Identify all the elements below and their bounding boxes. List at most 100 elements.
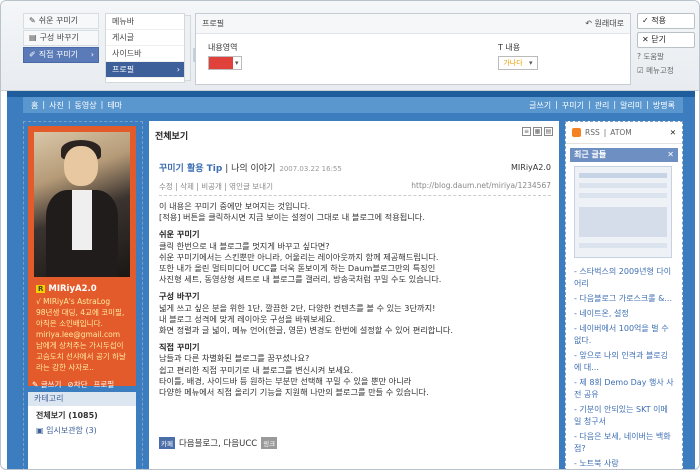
write-link[interactable]: ✎ 글쓰기 — [32, 379, 61, 390]
fix-menu-checkbox[interactable]: ☑ 메뉴고정 — [637, 65, 695, 76]
cafe-badge: 카페 — [159, 437, 175, 449]
recent-posts-header: 최근 글들 ✕ — [570, 148, 678, 162]
link-badge[interactable]: 링크 — [261, 437, 278, 449]
close-icon: ✕ — [642, 35, 649, 44]
close-icon[interactable]: ✕ — [667, 148, 674, 162]
apply-button[interactable]: ✓ 적용 — [637, 13, 695, 29]
page-title: 전체보기 — [155, 132, 189, 142]
close-icon[interactable]: ✕ — [670, 128, 676, 137]
help-icon: ? — [637, 52, 641, 61]
text-label: T 내용 — [498, 43, 521, 52]
list-scrollbar[interactable] — [184, 15, 198, 81]
nav-guestbook[interactable]: 방명록 — [653, 100, 675, 111]
list-item-menubar[interactable]: 메뉴바 — [106, 14, 184, 30]
recent-post-link[interactable]: - 다음블로그 가로스크롤 &... — [574, 293, 674, 305]
list-item-posts[interactable]: 게시글 — [106, 30, 184, 46]
help-link[interactable]: ? 도움말 — [637, 51, 695, 62]
nav-theme[interactable]: 테마 — [107, 100, 122, 111]
profile-name: R MIRiyA2.0 — [36, 284, 97, 294]
nav-photo[interactable]: 사진 — [49, 100, 64, 111]
recent-post-link[interactable]: - 앞으로 나의 인격과 블로깅에 대... — [574, 350, 674, 374]
recent-thumbnail[interactable] — [574, 166, 672, 258]
nav-notifier[interactable]: 알리미 — [620, 100, 642, 111]
post-author[interactable]: MIRiyA2.0 — [511, 163, 551, 172]
profile-link[interactable]: 프로필 — [94, 379, 115, 390]
post-body-line: 내 블로그 성격에 맞게 레이아웃 구성을 바꿔보세요. — [159, 313, 336, 324]
nav-manage[interactable]: 관리 — [595, 100, 610, 111]
list-item-profile[interactable]: 프로필 › — [106, 62, 184, 78]
edit-icon: ✎ — [29, 16, 36, 25]
category-box: 카테고리 전체보기 (1085) ▣ 임시보관함 (3) — [28, 392, 136, 469]
element-list: 메뉴바 게시글 사이드바 프로필 › — [105, 13, 185, 83]
post-url[interactable]: http://blog.daum.net/miriya/1234567 — [411, 181, 551, 192]
left-sidebar: R MIRiyA2.0 √ MIRiyA's AstraLog 98년생 대딩,… — [23, 121, 143, 469]
list-item-sidebar[interactable]: 사이드바 — [106, 46, 184, 62]
profile-line: 98년생 대딩, 4교에 코미필, — [36, 308, 125, 317]
dropdown-arrow-icon: ▾ — [529, 59, 533, 67]
block-link[interactable]: ⊘차단 — [67, 379, 87, 390]
tab-easy-customize[interactable]: ✎ 쉬운 꾸미기 — [23, 13, 99, 29]
post-body-line: 쉽고 편리한 직접 꾸미기로 내 블로그를 변신시켜 보세요. — [159, 364, 354, 375]
post-body-line: 사진형 세트, 동영상형 세트로 내 블로그를 갤러리, 방송국처럼 꾸밀 수도… — [159, 274, 442, 285]
recent-post-link[interactable]: - 기분이 안되있는 SKT 이메일 청구서 — [574, 404, 674, 428]
profile-actions: ✎ 글쓰기 ⊘차단 프로필 — [32, 376, 132, 392]
post-body-line: 다양한 메뉴에서 직접 올리기 기능을 지원해 나만의 블로그를 만들 수 있습… — [159, 387, 429, 398]
blog-nav: 홈 | 사진 | 동영상 | 테마 글쓰기 | 꾸미기 | 관리 | 알리미 | 방명록 — [23, 97, 683, 113]
post-tags[interactable]: 다음블로그, 다음UCC — [179, 437, 257, 449]
post-header: 꾸미기 활용 Tip | 나의 이야기 2007.03.22 16:55 MIRi… — [159, 161, 551, 174]
profile-photo — [34, 132, 130, 277]
profile-line: 아직은 소인배입니다. — [36, 319, 103, 328]
text-color-sample: 가나다 — [499, 57, 527, 69]
nav-customize[interactable]: 꾸미기 — [562, 100, 584, 111]
post-body-line: 쉬운 꾸미기 — [159, 229, 200, 240]
nav-video[interactable]: 동영상 — [75, 100, 97, 111]
post-body-line: [적용] 버튼을 클릭하시면 지금 보이는 설정이 그대로 내 블로그에 적용됩… — [159, 212, 425, 223]
profile-line: 라는 강한 사자로.. — [36, 363, 94, 372]
right-sidebar: RSS | ATOM ✕ 최근 글들 ✕ - 스타벅스의 2009년형 다이어리… — [565, 121, 683, 469]
nav-write[interactable]: 글쓰기 — [529, 100, 551, 111]
brush-icon: ✐ — [29, 50, 36, 59]
dropdown-arrow-icon: ▾ — [235, 59, 239, 67]
post-body-line: 쉬운 꾸미기에서는 스킨뿐만 아니라, 어울리는 레이아웃까지 함께 제공해드립… — [159, 251, 439, 262]
layout-icon: ▤ — [29, 33, 37, 42]
recent-posts-list: - 스타벅스의 2009년형 다이어리 - 다음블로그 가로스크롤 &... - 네… — [566, 262, 682, 469]
profile-badge-icon: R — [36, 285, 46, 293]
chevron-right-icon: › — [176, 65, 180, 74]
post-date: 2007.03.22 16:55 — [279, 165, 342, 173]
content-area-color-picker[interactable]: ▾ — [208, 56, 242, 70]
category-title: 카테고리 — [28, 392, 136, 406]
action-buttons: ✓ 적용 ✕ 닫기 ? 도움말 ☑ 메뉴고정 — [637, 13, 695, 76]
post-body-line: 타이틀, 배경, 사이드바 등 원하는 부분만 선택해 꾸밀 수 있을 뿐만 아… — [159, 375, 412, 386]
tab-change-layout[interactable]: ▤ 구성 바꾸기 — [23, 30, 99, 46]
recent-post-link[interactable]: - 스타벅스의 2009년형 다이어리 — [574, 266, 674, 290]
rss-link[interactable]: RSS — [585, 128, 600, 137]
post-actions[interactable]: 수정 | 삭제 | 비공개 | 엮인글 보내기 — [159, 181, 273, 192]
tab-direct-customize[interactable]: ✐ 직접 꾸미기 › — [23, 47, 99, 63]
close-button[interactable]: ✕ 닫기 — [637, 32, 695, 48]
post-body-line: 화면 정렬과 글 넓이, 메뉴 언어(한글, 영문) 변경도 한번에 설정할 수… — [159, 325, 454, 336]
post-body-line: 넓게 쓰고 싶은 분을 위한 1단, 깔끔한 2단, 다양한 컨텐츠를 볼 수 … — [159, 302, 436, 313]
recent-post-link[interactable]: - 노트북 사랑 — [574, 458, 674, 469]
recent-post-link[interactable]: - 다음은 보세, 네이버는 백화점? — [574, 431, 674, 455]
recent-post-link[interactable]: - 제 8회 Demo Day 행사 사전 공유 — [574, 377, 674, 401]
recent-post-link[interactable]: - 네이버에서 100억을 벌 수 없다. — [574, 323, 674, 347]
view-list-icon[interactable]: ≡ — [522, 127, 531, 136]
text-color-picker[interactable]: 가나다 ▾ — [498, 56, 538, 70]
undo-icon: ↶ — [585, 19, 592, 28]
post-title[interactable]: 꾸미기 활용 Tip | 나의 이야기 2007.03.22 16:55 — [159, 161, 342, 174]
window-frame: ✎ 쉬운 꾸미기 ▤ 구성 바꾸기 ✐ 직접 꾸미기 › 메뉴바 게시글 사이드… — [0, 0, 700, 470]
post-body: 이 내용은 꾸미기 중에만 보여지는 것입니다. [적용] 버튼을 클릭하시면 지… — [159, 201, 551, 398]
view-mode-buttons: ≡ ▦ ▤ — [522, 127, 553, 136]
reset-button[interactable]: ↶ 원래대로 — [585, 18, 624, 29]
properties-header: 프로필 ↶ 원래대로 — [196, 14, 630, 34]
profile-box[interactable]: R MIRiyA2.0 √ MIRiyA's AstraLog 98년생 대딩,… — [28, 126, 136, 389]
post-footer: 카페 다음블로그, 다음UCC 링크 — [159, 437, 278, 449]
nav-home[interactable]: 홈 — [31, 100, 38, 111]
view-summary-icon[interactable]: ▤ — [544, 127, 553, 136]
rss-icon — [572, 128, 581, 137]
view-grid-icon[interactable]: ▦ — [533, 127, 542, 136]
category-drafts[interactable]: ▣ 임시보관함 (3) — [28, 425, 136, 436]
atom-link[interactable]: ATOM — [610, 128, 632, 137]
category-all[interactable]: 전체보기 (1085) — [28, 410, 136, 421]
recent-post-link[interactable]: - 네이트온, 설정 — [574, 308, 674, 320]
